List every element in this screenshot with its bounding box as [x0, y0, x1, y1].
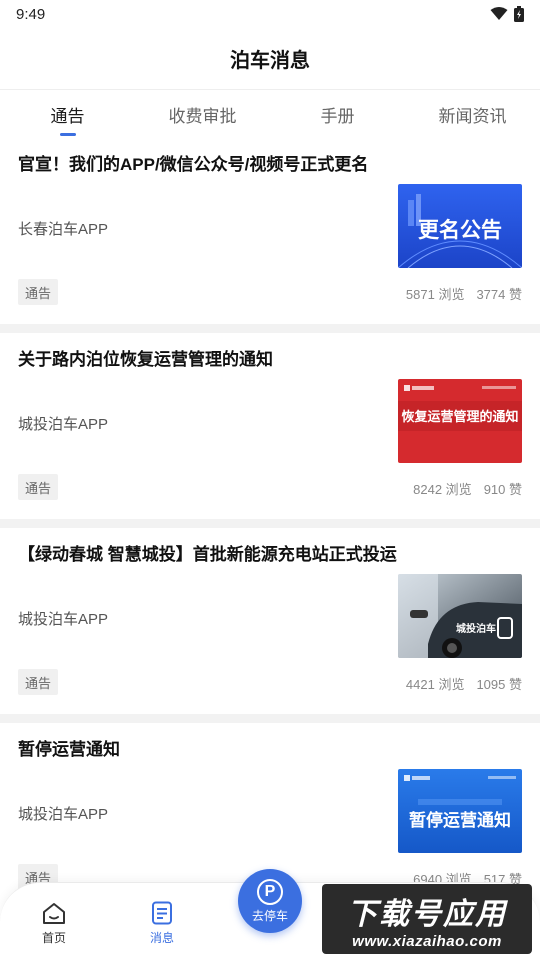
tab-news[interactable]: 新闻资讯 — [405, 90, 540, 138]
watermark-url: www.xiazaihao.com — [352, 932, 502, 950]
article-stats: 5871 浏览 3774 赞 — [406, 284, 522, 303]
tab-notice[interactable]: 通告 — [0, 90, 135, 138]
bottom-nav: 首页 消息 P 去停车 下载号应用 www.xiazaihao.com — [0, 869, 540, 958]
home-icon — [43, 903, 65, 924]
page-title: 泊车消息 — [230, 50, 310, 72]
view-count: 8242 浏览 — [413, 482, 472, 497]
battery-icon — [514, 6, 524, 22]
article-card[interactable]: 官宣！我们的APP/微信公众号/视频号正式更名 长春泊车APP 更名公告 通告 … — [0, 138, 540, 324]
tab-label: 收费审批 — [168, 106, 237, 126]
article-tag: 通告 — [18, 474, 59, 500]
article-tag: 通告 — [18, 669, 59, 695]
article-title: 暂停运营通知 — [18, 740, 120, 759]
view-count: 4421 浏览 — [405, 677, 465, 692]
page-header: 泊车消息 — [0, 28, 540, 90]
go-park-button[interactable]: P 去停车 — [238, 869, 302, 933]
article-tag: 通告 — [18, 279, 59, 305]
tab-bar: 通告 收费审批 手册 新闻资讯 — [0, 90, 540, 138]
suspend-operation-image: 暂停运营通知 — [398, 769, 522, 853]
article-stats: 8242 浏览 910 赞 — [413, 479, 522, 498]
nav-home-label: 首页 — [41, 931, 66, 945]
like-count: 910 赞 — [483, 482, 522, 497]
article-thumbnail: 城投泊车 — [398, 574, 522, 658]
tab-label: 手册 — [320, 106, 355, 126]
article-title: 官宣！我们的APP/微信公众号/视频号正式更名 — [18, 155, 369, 174]
like-count: 3774 赞 — [476, 287, 522, 302]
nav-messages[interactable]: 消息 — [132, 901, 192, 946]
message-doc-icon — [152, 901, 172, 925]
article-feed: 官宣！我们的APP/微信公众号/视频号正式更名 长春泊车APP 更名公告 通告 … — [0, 138, 540, 909]
nav-messages-label: 消息 — [149, 931, 174, 945]
status-icons — [490, 6, 524, 22]
wifi-icon — [490, 7, 508, 20]
watermark-title: 下载号应用 — [347, 897, 507, 931]
article-title: 【绿动春城 智慧城投】首批新能源充电站正式投运 — [18, 545, 397, 564]
parking-icon: P — [257, 878, 283, 905]
article-source: 长春泊车APP — [18, 221, 109, 238]
article-thumbnail: 暂停运营通知 — [398, 769, 522, 853]
article-card[interactable]: 关于路内泊位恢复运营管理的通知 城投泊车APP 恢复运营管理的通知 通告 824… — [0, 333, 540, 519]
tab-fee-approval[interactable]: 收费审批 — [135, 90, 270, 138]
go-park-label: 去停车 — [251, 908, 288, 923]
view-count: 5871 浏览 — [405, 287, 465, 302]
rename-announcement-image: 更名公告 — [398, 184, 522, 268]
charging-station-image: 城投泊车 — [398, 574, 522, 658]
nav-home[interactable]: 首页 — [24, 901, 84, 946]
article-title: 关于路内泊位恢复运营管理的通知 — [18, 350, 273, 369]
divider — [0, 519, 540, 528]
thumb-text: 更名公告 — [418, 218, 502, 242]
tab-label: 新闻资讯 — [438, 106, 507, 126]
resume-operation-image: 恢复运营管理的通知 — [398, 379, 522, 463]
status-bar: 9:49 — [0, 0, 540, 28]
article-card[interactable]: 【绿动春城 智慧城投】首批新能源充电站正式投运 城投泊车APP 城投泊车 通告 … — [0, 528, 540, 714]
status-time: 9:49 — [16, 5, 46, 23]
tab-label: 通告 — [50, 106, 85, 126]
like-count: 1095 赞 — [476, 677, 522, 692]
divider — [0, 324, 540, 333]
article-source: 城投泊车APP — [18, 806, 109, 823]
thumb-text: 城投泊车 — [456, 622, 496, 635]
article-source: 城投泊车APP — [18, 416, 109, 433]
tab-active-indicator — [59, 133, 76, 136]
article-thumbnail: 恢复运营管理的通知 — [398, 379, 522, 463]
site-watermark: 下载号应用 www.xiazaihao.com — [322, 884, 532, 954]
article-stats: 4421 浏览 1095 赞 — [406, 674, 522, 693]
divider — [0, 714, 540, 723]
article-source: 城投泊车APP — [18, 611, 109, 628]
thumb-text: 恢复运营管理的通知 — [401, 409, 518, 425]
tab-manual[interactable]: 手册 — [270, 90, 405, 138]
article-thumbnail: 更名公告 — [398, 184, 522, 268]
thumb-text: 暂停运营通知 — [409, 810, 511, 831]
